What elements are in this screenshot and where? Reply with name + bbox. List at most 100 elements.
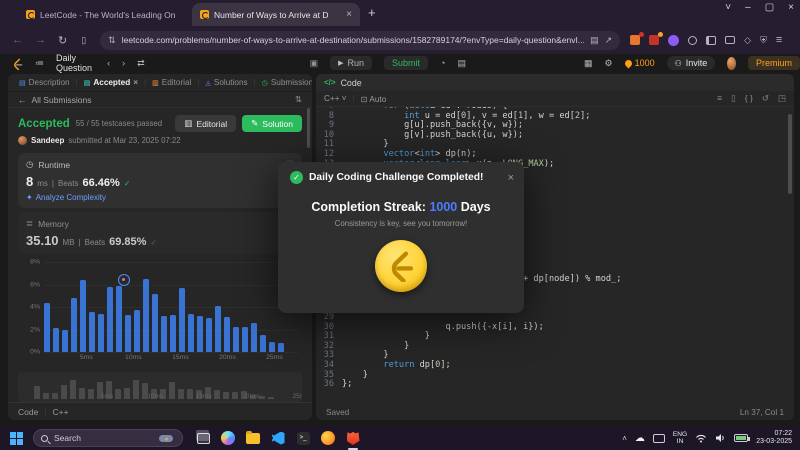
url-text[interactable]: leetcode.com/problems/number-of-ways-to-… [122, 35, 584, 45]
runtime-bar[interactable] [206, 318, 212, 352]
settings-gear-icon[interactable]: ⚙ [605, 58, 613, 69]
wallet-icon[interactable] [725, 36, 736, 44]
firefox-icon[interactable] [320, 430, 336, 446]
reset-icon[interactable]: ↺ [762, 93, 769, 104]
leo-ai-icon[interactable] [688, 35, 698, 45]
reading-list-icon[interactable]: ▯ [81, 35, 86, 46]
runtime-bar[interactable] [71, 298, 77, 352]
site-info-icon[interactable]: ⇅ [108, 35, 116, 46]
layout-icon[interactable]: ▦ [584, 58, 593, 69]
notes-icon[interactable]: ▤ [457, 58, 466, 69]
runtime-bar[interactable] [269, 341, 275, 352]
runtime-bar[interactable] [170, 314, 176, 352]
code-line[interactable]: 36}; [316, 380, 794, 388]
timer-icon[interactable]: ◔ [440, 58, 445, 68]
problem-list-icon[interactable]: ≔ [35, 58, 44, 69]
modal-close-icon[interactable]: × [508, 172, 514, 184]
runtime-bar[interactable] [179, 287, 185, 352]
next-question-icon[interactable]: › [122, 58, 125, 68]
code-line[interactable]: 34 return dp[0]; [316, 360, 794, 371]
code-line[interactable]: 35 } [316, 370, 794, 381]
onedrive-cloud-icon[interactable]: ☁ [635, 433, 645, 444]
format-icon[interactable]: ≡ [717, 93, 722, 104]
touch-keyboard-icon[interactable] [652, 433, 665, 443]
runtime-bar[interactable] [62, 329, 68, 352]
window-minimize-button[interactable]: – [745, 2, 751, 13]
menu-icon[interactable]: ≡ [776, 34, 782, 46]
runtime-bar[interactable] [125, 314, 131, 352]
runtime-bar[interactable] [260, 335, 266, 352]
sidebar-icon[interactable] [706, 35, 717, 45]
rewards-icon[interactable]: ◇ [744, 35, 751, 46]
battery-icon[interactable] [734, 434, 751, 442]
random-question-icon[interactable]: ⇄ [137, 58, 145, 69]
runtime-bar[interactable] [251, 322, 257, 352]
runtime-bar[interactable] [134, 310, 140, 352]
new-tab-button[interactable]: + [368, 5, 376, 20]
runtime-bar[interactable] [233, 327, 239, 352]
clock[interactable]: 07:22 23-03-2025 [756, 430, 792, 447]
runtime-distribution-minimap[interactable]: 5ms 10ms 15ms 20ms 25ms [18, 372, 302, 402]
runtime-bar[interactable] [152, 293, 158, 352]
profile-chevron-icon[interactable]: ˅ [725, 2, 731, 13]
tab-close-icon[interactable]: × [346, 9, 352, 20]
auto-toggle[interactable]: ⊡ Auto [361, 94, 387, 104]
tray-chevron-up-icon[interactable]: ˄ [622, 434, 627, 443]
task-view-button[interactable] [195, 430, 211, 446]
runtime-bar[interactable] [53, 328, 59, 352]
sort-icon[interactable]: ⇅ [295, 94, 302, 105]
brave-icon[interactable] [345, 430, 361, 450]
window-maximize-button[interactable]: ▢ [765, 2, 774, 13]
browser-tab-active[interactable]: Number of Ways to Arrive at D × [192, 3, 360, 26]
runtime-bar[interactable] [44, 302, 50, 352]
panel-tab-editorial[interactable]: ▥ Editorial [147, 78, 196, 87]
copilot-icon[interactable] [220, 430, 236, 446]
runtime-bar[interactable] [215, 305, 221, 352]
reload-icon[interactable]: ↻ [58, 34, 67, 47]
tab-close-icon[interactable]: × [133, 78, 138, 87]
invite-button[interactable]: ⚇ Invite [666, 56, 716, 70]
bookmark-icon[interactable]: ▯ [731, 93, 736, 104]
terminal-icon[interactable]: >_ [295, 430, 311, 446]
url-field[interactable]: ⇅ leetcode.com/problems/number-of-ways-t… [100, 30, 621, 50]
all-submissions-row[interactable]: ← All Submissions ⇅ [8, 92, 312, 108]
back-icon[interactable]: ← [12, 34, 23, 47]
runtime-bar[interactable] [161, 316, 167, 352]
memory-card[interactable]: ≣ Memory 35.10 MB | Beats 69.85% ✓ [18, 212, 302, 254]
solution-button[interactable]: ✎ Solution [242, 115, 302, 132]
debug-icon[interactable]: ▣ [310, 58, 319, 69]
leetcode-logo-icon[interactable] [12, 58, 23, 70]
runtime-bar[interactable] [224, 317, 230, 352]
runtime-bar[interactable] [143, 278, 149, 352]
extension-icon-2[interactable] [649, 32, 664, 45]
runtime-bar[interactable] [116, 285, 122, 352]
daily-question-nav[interactable]: Daily Question [56, 53, 95, 73]
all-submissions-label[interactable]: All Submissions [32, 95, 92, 105]
vscode-icon[interactable] [270, 430, 286, 446]
your-runtime-marker[interactable] [117, 273, 130, 286]
user-avatar[interactable] [727, 56, 736, 70]
editor-scrollbar[interactable] [788, 114, 792, 194]
runtime-bar[interactable] [278, 343, 284, 352]
runtime-bar[interactable] [89, 311, 95, 352]
runtime-card[interactable]: ◷ Runtime ⓘ 8 ms | Beats 66.46% ✓ ✦ Anal… [18, 153, 302, 208]
runtime-bar[interactable] [107, 286, 113, 352]
runtime-bar[interactable] [98, 313, 104, 352]
left-panel-scrollbar[interactable] [307, 108, 310, 148]
streak-counter[interactable]: 1000 [623, 58, 655, 68]
submit-button[interactable]: Submit [384, 56, 429, 70]
taskbar-search[interactable]: Search [33, 429, 183, 447]
prev-question-icon[interactable]: ‹ [107, 58, 110, 68]
runtime-bar[interactable] [188, 313, 194, 352]
editorial-button[interactable]: ▥ Editorial [175, 115, 237, 132]
share-icon[interactable]: ↗ [605, 35, 613, 46]
braces-icon[interactable]: { } [745, 93, 753, 104]
panel-tab-accepted[interactable]: ▤ Accepted × [79, 78, 143, 87]
runtime-bar[interactable] [80, 280, 86, 352]
language-select[interactable]: C++ ˅ [324, 94, 347, 103]
browser-profile-avatar[interactable] [668, 34, 680, 46]
analyze-complexity-link[interactable]: ✦ Analyze Complexity [26, 193, 294, 202]
run-button[interactable]: ▶ Run [330, 56, 373, 70]
browser-tab-leetcode-home[interactable]: LeetCode - The World's Leading On [18, 3, 186, 26]
start-button[interactable] [10, 431, 23, 445]
